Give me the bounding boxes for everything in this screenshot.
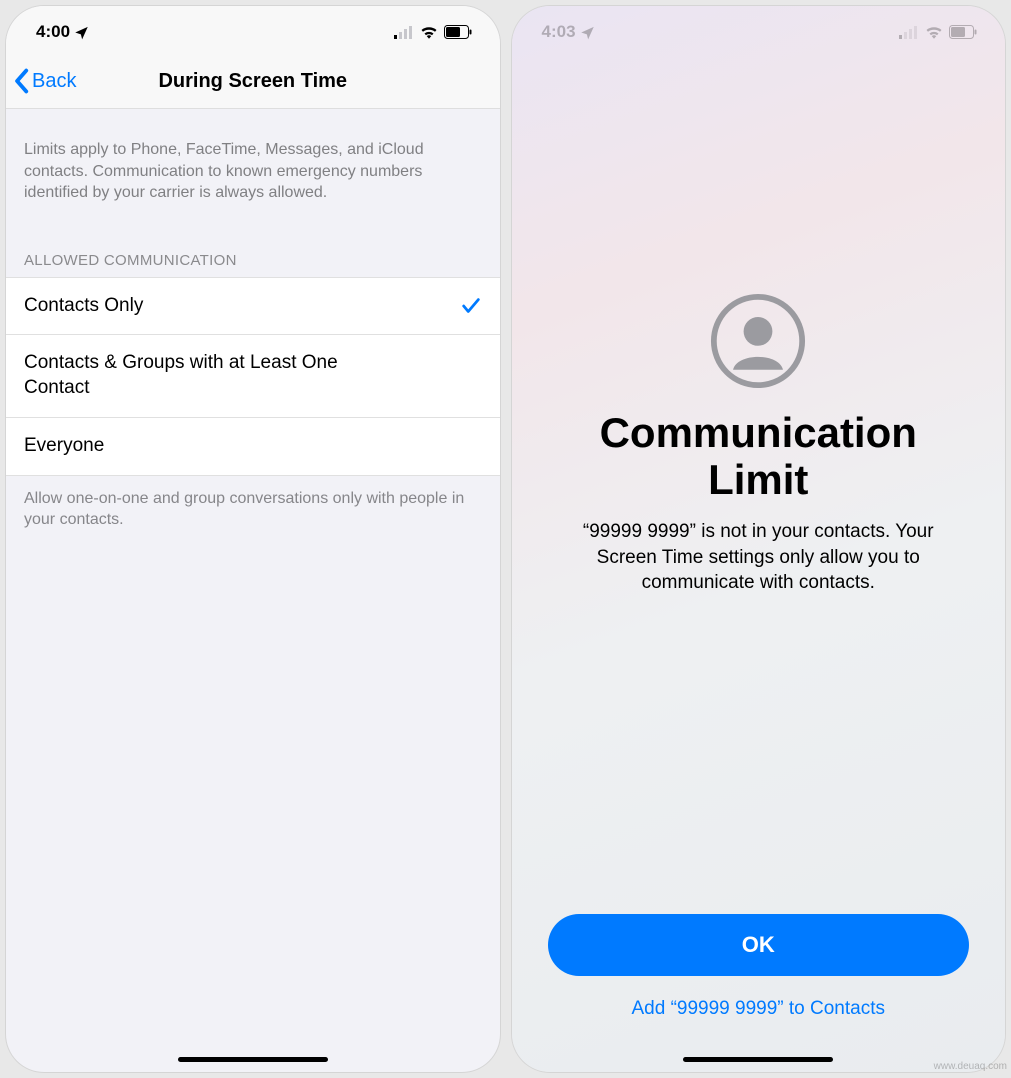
- status-bar: 4:03: [512, 6, 1006, 58]
- home-indicator[interactable]: [683, 1057, 833, 1062]
- battery-icon: [949, 25, 977, 39]
- section-footer-text: Allow one-on-one and group conversations…: [6, 476, 500, 543]
- checkmark-icon: [460, 295, 482, 317]
- screen-right-communication-limit: 4:03 Communication Limit “9: [512, 6, 1006, 1072]
- status-time: 4:00: [36, 22, 70, 42]
- option-contacts-only[interactable]: Contacts Only: [6, 278, 500, 336]
- option-label: Contacts Only: [24, 294, 143, 319]
- cellular-signal-icon: [899, 26, 919, 39]
- nav-bar: Back During Screen Time: [6, 58, 500, 109]
- screen-left-settings: 4:00 Back During Screen Time Limits a: [6, 6, 500, 1072]
- wifi-icon: [925, 25, 943, 39]
- option-label: Contacts & Groups with at Least One Cont…: [24, 351, 367, 400]
- intro-text: Limits apply to Phone, FaceTime, Message…: [6, 109, 500, 224]
- status-bar: 4:00: [6, 6, 500, 58]
- add-to-contacts-link[interactable]: Add “99999 9999” to Contacts: [631, 998, 885, 1020]
- back-button[interactable]: Back: [12, 68, 76, 94]
- location-arrow-icon: [74, 25, 89, 40]
- back-label: Back: [32, 70, 76, 93]
- status-time-group: 4:00: [36, 22, 89, 42]
- status-icons: [899, 25, 977, 39]
- status-icons: [394, 25, 472, 39]
- status-time-group: 4:03: [542, 22, 595, 42]
- wifi-icon: [420, 25, 438, 39]
- ok-button[interactable]: OK: [548, 914, 970, 976]
- allowed-communication-list: Contacts Only Contacts & Groups with at …: [6, 277, 500, 476]
- home-indicator[interactable]: [178, 1057, 328, 1062]
- page-title: During Screen Time: [6, 70, 500, 93]
- location-arrow-icon: [580, 25, 595, 40]
- limit-description: “99999 9999” is not in your contacts. Yo…: [568, 519, 948, 596]
- status-time: 4:03: [542, 22, 576, 42]
- option-contacts-and-groups[interactable]: Contacts & Groups with at Least One Cont…: [6, 335, 500, 417]
- chevron-left-icon: [12, 68, 30, 94]
- limit-modal-content: Communication Limit “99999 9999” is not …: [512, 58, 1006, 1072]
- limit-title: Communication Limit: [548, 409, 970, 503]
- avatar-placeholder-icon: [710, 293, 806, 389]
- cellular-signal-icon: [394, 26, 414, 39]
- section-header-allowed: ALLOWED COMMUNICATION: [6, 224, 500, 277]
- option-label: Everyone: [24, 434, 104, 459]
- battery-icon: [444, 25, 472, 39]
- option-everyone[interactable]: Everyone: [6, 418, 500, 475]
- watermark-text: www.deuaq.com: [934, 1061, 1007, 1072]
